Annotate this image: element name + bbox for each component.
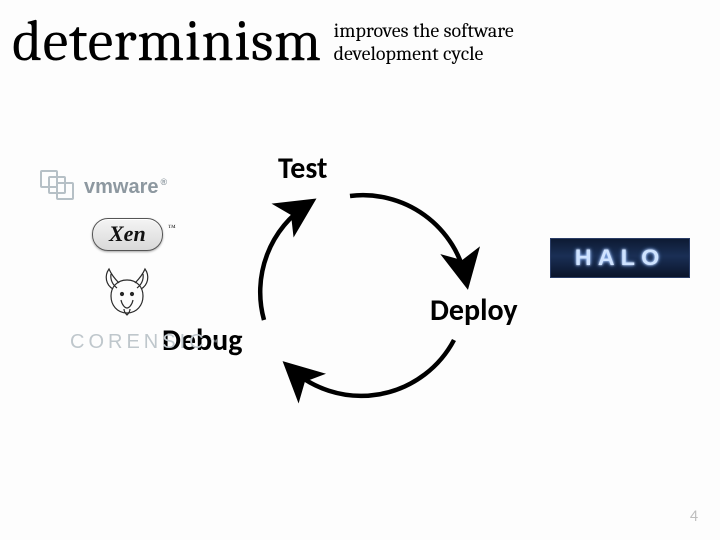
corensic-logo: CORENSIC™: [70, 331, 230, 354]
xen-badge: Xen ™: [92, 218, 163, 251]
subtitle: improves the software development cycle: [334, 19, 514, 65]
corensic-tm: ™: [210, 338, 218, 347]
page-number: 4: [690, 507, 698, 526]
cycle-arrows: [230, 160, 510, 420]
vmware-logo: vmware®: [40, 170, 230, 204]
subtitle-line-1: improves the software: [334, 19, 514, 42]
xen-word: Xen: [109, 221, 146, 246]
xen-logo: Xen ™: [92, 218, 230, 251]
title-row: determinism improves the software develo…: [12, 8, 514, 75]
subtitle-line-2: development cycle: [334, 42, 514, 65]
label-test: Test: [278, 150, 327, 187]
cycle-diagram: [230, 160, 510, 420]
gnu-head-icon: [102, 265, 152, 317]
corensic-word: CORENSIC: [70, 331, 208, 354]
gnu-logo: [102, 265, 230, 317]
xen-tm: ™: [168, 223, 176, 232]
main-title: determinism: [12, 8, 322, 75]
vmware-text: vmware®: [84, 176, 167, 199]
vmware-icon: [40, 170, 78, 204]
halo-logo: HALO: [550, 238, 690, 278]
vmware-registered: ®: [161, 177, 168, 187]
halo-word: HALO: [575, 245, 666, 271]
vmware-word: vmware: [84, 176, 159, 198]
label-deploy: Deploy: [430, 292, 518, 329]
logo-column: vmware® Xen ™ CORENSIC™: [40, 170, 230, 368]
